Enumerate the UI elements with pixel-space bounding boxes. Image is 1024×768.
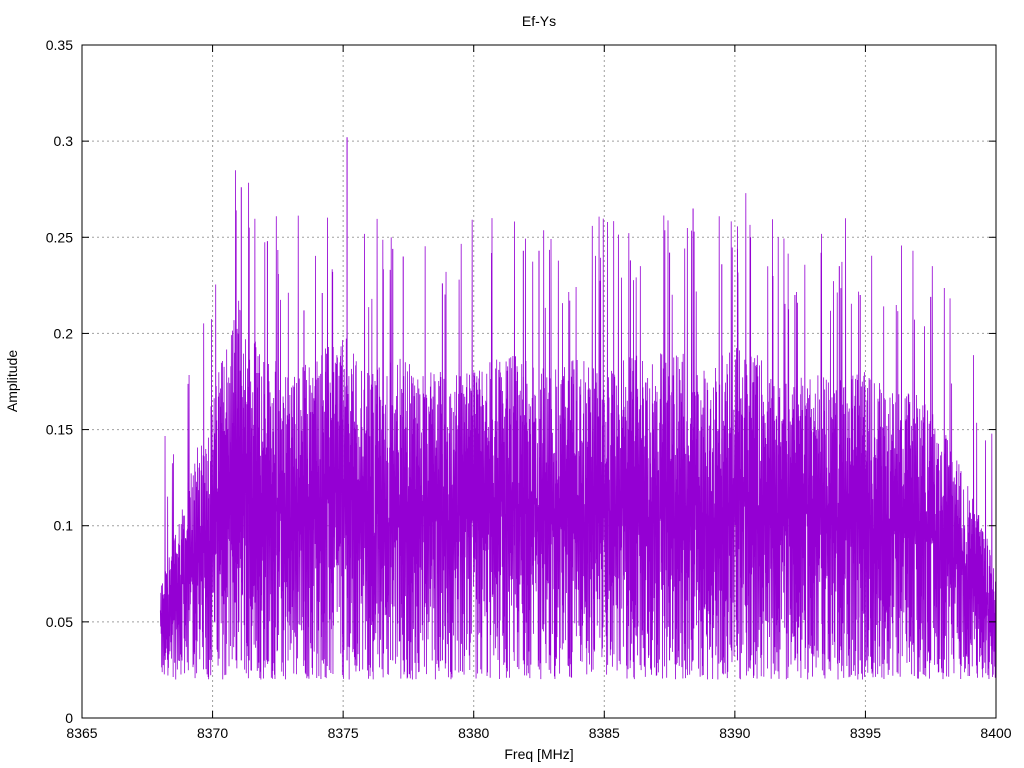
x-tick-label: 8365 — [66, 725, 97, 741]
y-tick-label: 0.05 — [46, 614, 73, 630]
x-tick-label: 8385 — [589, 725, 620, 741]
x-tick-label: 8390 — [719, 725, 750, 741]
y-tick-label: 0.15 — [46, 422, 73, 438]
y-tick-label: 0.25 — [46, 229, 73, 245]
y-tick-label: 0 — [65, 710, 73, 726]
x-tick-label: 8375 — [328, 725, 359, 741]
x-tick-label: 8380 — [458, 725, 489, 741]
x-tick-label: 8400 — [980, 725, 1011, 741]
y-axis-label: Amplitude — [4, 350, 20, 412]
x-axis-label: Freq [MHz] — [504, 746, 573, 762]
y-tick-label: 0.35 — [46, 37, 73, 53]
chart-container: 8365 8370 8375 8380 8385 8390 8395 8400 0 0.05 0.… — [0, 0, 1024, 768]
y-tick-label: 0.3 — [54, 133, 74, 149]
chart-svg: 8365 8370 8375 8380 8385 8390 8395 8400 0 0.05 0.… — [0, 0, 1024, 768]
chart-title: Ef-Ys — [522, 13, 556, 29]
x-tick-label: 8370 — [197, 725, 228, 741]
y-tick-label: 0.2 — [54, 325, 74, 341]
x-tick-label: 8395 — [850, 725, 881, 741]
y-tick-label: 0.1 — [54, 518, 74, 534]
